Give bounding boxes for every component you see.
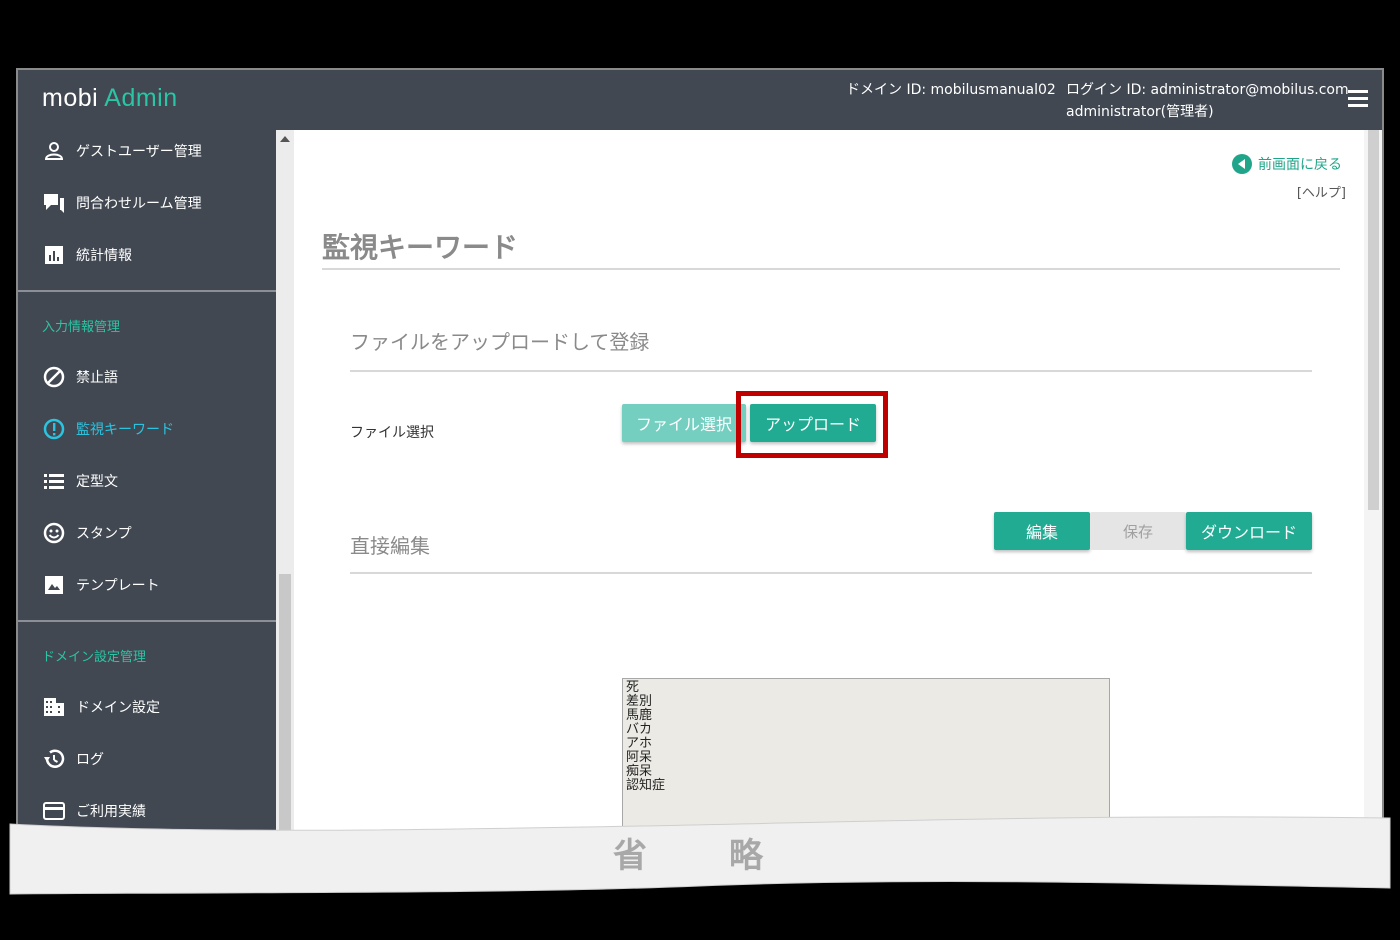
image-icon: [42, 573, 66, 597]
back-link-label: 前画面に戻る: [1258, 157, 1342, 173]
domain-id-text: ドメイン ID: mobilusmanual02: [846, 82, 1056, 98]
sidebar-item-label: テンプレート: [76, 578, 160, 594]
keyword-textarea[interactable]: 死 差別 馬鹿 バカ アホ 阿呆 痴呆 認知症: [622, 678, 1110, 828]
keyword-line: 差別: [626, 694, 653, 709]
keyword-line: バカ: [626, 722, 653, 737]
file-select-label: ファイル選択: [350, 425, 434, 441]
help-link[interactable]: [ヘルプ]: [1294, 182, 1346, 201]
main-content: 前画面に戻る [ヘルプ] 監視キーワード ファイルをアップロードして登録 ファイ…: [294, 130, 1364, 846]
sidebar-item-log[interactable]: ログ: [42, 744, 104, 774]
sidebar-item-label: 定型文: [76, 474, 118, 490]
logo-text-admin: Admin: [104, 84, 178, 112]
alert-icon: [42, 417, 66, 441]
chat-icon: [42, 191, 66, 215]
sidebar-item-label: ログ: [76, 752, 104, 768]
keyword-line: アホ: [626, 736, 653, 751]
sidebar-item-label: スタンプ: [76, 526, 132, 542]
sidebar-item-label: ゲストユーザー管理: [76, 144, 202, 160]
title-divider: [322, 268, 1340, 270]
smile-icon: [42, 521, 66, 545]
history-icon: [42, 747, 66, 771]
save-button[interactable]: 保存: [1090, 512, 1186, 550]
keyword-line: 阿呆: [626, 750, 653, 765]
page-title: 監視キーワード: [322, 231, 519, 264]
sidebar-section-domain: ドメイン設定管理: [42, 650, 147, 665]
scroll-up-arrow-icon[interactable]: [280, 136, 290, 142]
list-icon: [42, 469, 66, 493]
main-scrollbar[interactable]: [1364, 130, 1382, 846]
login-id-text: ログイン ID: administrator@mobilus.com: [1066, 82, 1349, 98]
sidebar-divider: [18, 290, 276, 292]
download-button[interactable]: ダウンロード: [1186, 512, 1312, 550]
keyword-line: 痴呆: [626, 764, 653, 779]
sidebar: ゲストユーザー管理 問合わせルーム管理 統計情報 入力情報管理 禁止語 監視キー…: [18, 130, 276, 846]
upload-section-divider: [350, 370, 1312, 372]
direct-edit-divider: [350, 572, 1312, 574]
block-icon: [42, 365, 66, 389]
sidebar-item-label: 統計情報: [76, 248, 132, 264]
hamburger-icon[interactable]: [1348, 90, 1370, 108]
sidebar-item-stamps[interactable]: スタンプ: [42, 518, 132, 548]
upload-highlight-box: [736, 391, 888, 458]
back-link[interactable]: 前画面に戻る: [1232, 154, 1342, 174]
file-select-button[interactable]: ファイル選択: [622, 404, 746, 442]
main-scroll-thumb[interactable]: [1368, 130, 1379, 510]
keyword-line: 認知症: [626, 778, 666, 793]
sidebar-scroll-thumb[interactable]: [279, 574, 291, 830]
login-info: ログイン ID: administrator@mobilus.com admin…: [1066, 79, 1349, 123]
sidebar-scrollbar[interactable]: [276, 130, 294, 846]
sidebar-item-guest-users[interactable]: ゲストユーザー管理: [42, 136, 202, 166]
sidebar-item-label: 監視キーワード: [76, 422, 174, 438]
sidebar-item-statistics[interactable]: 統計情報: [42, 240, 132, 270]
sidebar-item-templates-text[interactable]: 定型文: [42, 466, 118, 496]
back-arrow-icon: [1232, 154, 1252, 174]
sidebar-item-watch-keywords[interactable]: 監視キーワード: [42, 414, 174, 444]
direct-edit-title: 直接編集: [350, 534, 430, 558]
sidebar-item-domain-settings[interactable]: ドメイン設定: [42, 692, 160, 722]
sidebar-item-template[interactable]: テンプレート: [42, 570, 160, 600]
admin-window: mobi Admin ドメイン ID: mobilusmanual02 ログイン…: [16, 68, 1384, 848]
keyword-line: 死: [626, 680, 640, 695]
edit-button[interactable]: 編集: [994, 512, 1090, 550]
user-role-text: administrator(管理者): [1066, 104, 1214, 120]
upload-section-title: ファイルをアップロードして登録: [350, 330, 650, 354]
top-bar: mobi Admin ドメイン ID: mobilusmanual02 ログイン…: [18, 70, 1382, 130]
building-icon: [42, 695, 66, 719]
keyword-line: 馬鹿: [626, 708, 653, 723]
sidebar-divider: [18, 620, 276, 622]
sidebar-item-label: 問合わせルーム管理: [76, 196, 202, 212]
sidebar-item-inquiry-rooms[interactable]: 問合わせルーム管理: [42, 188, 202, 218]
sidebar-item-label: 禁止語: [76, 370, 118, 386]
sidebar-item-label: ドメイン設定: [76, 700, 160, 716]
app-logo[interactable]: mobi Admin: [42, 84, 178, 113]
person-icon: [42, 139, 66, 163]
sidebar-item-banned-words[interactable]: 禁止語: [42, 362, 118, 392]
logo-text-mobi: mobi: [42, 84, 99, 112]
omission-label: 省 略: [613, 836, 787, 876]
sidebar-section-input: 入力情報管理: [42, 320, 121, 335]
chart-icon: [42, 243, 66, 267]
